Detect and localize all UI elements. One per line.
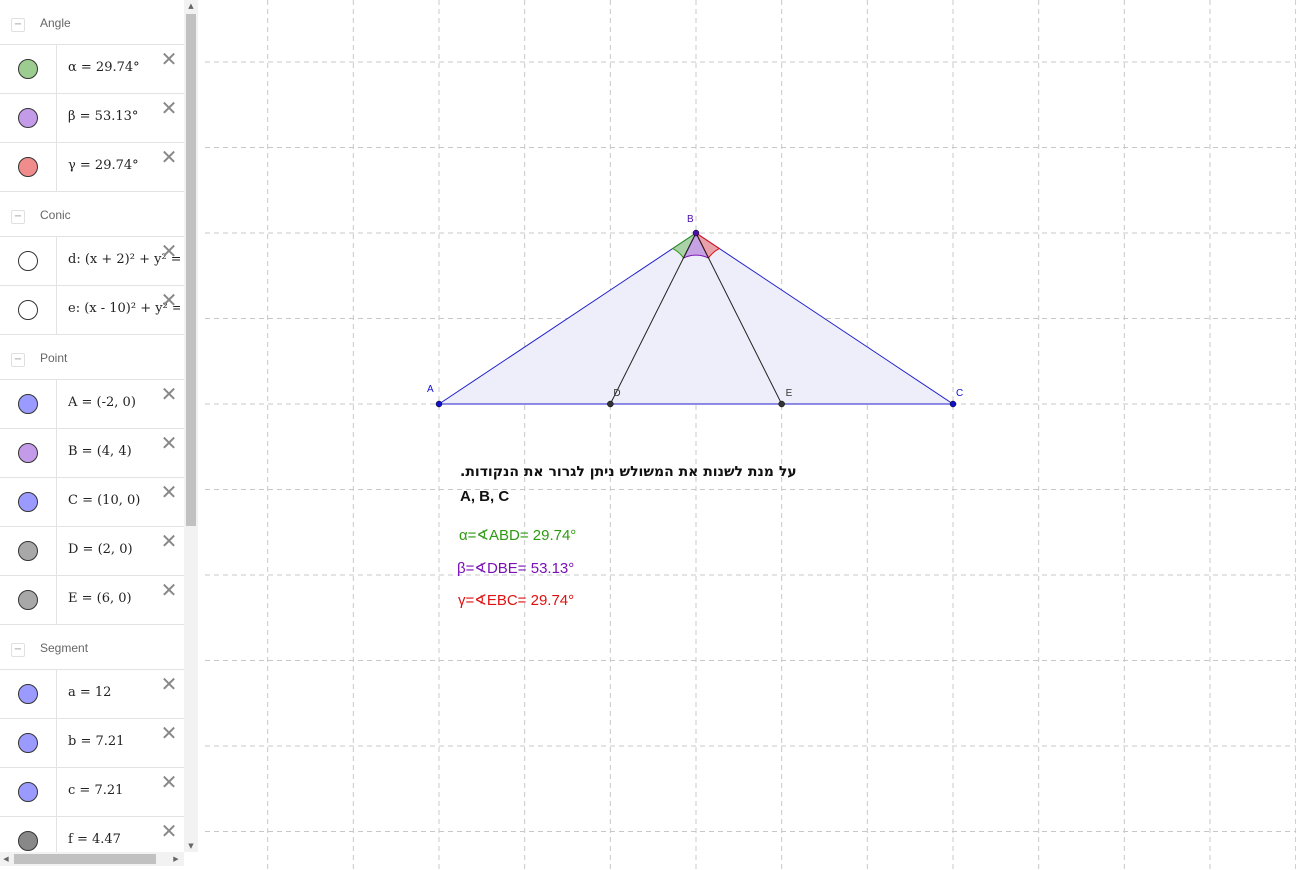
group-name: Point — [40, 351, 68, 365]
delete-item-icon[interactable]: ✕ — [160, 241, 178, 261]
vertical-scroll-thumb[interactable] — [186, 14, 196, 526]
algebra-item[interactable]: c = 7.21 ✕ — [0, 768, 184, 817]
algebra-list: − Angle α = 29.74° ✕ β = 53.13° ✕ γ = 29.74° ✕ −… — [0, 0, 184, 866]
delete-item-icon[interactable]: ✕ — [160, 384, 178, 404]
group-name: Segment — [40, 641, 89, 655]
grid — [205, 0, 1296, 870]
collapse-icon[interactable]: − — [11, 353, 25, 367]
group-header-angle[interactable]: − Angle — [0, 0, 184, 45]
gamma-angle-text: γ=∢EBC= 29.74° — [458, 592, 575, 609]
algebra-item[interactable]: α = 29.74° ✕ — [0, 45, 184, 94]
algebra-item[interactable]: β = 53.13° ✕ — [0, 94, 184, 143]
point-label-c: C — [956, 388, 964, 399]
horizontal-scrollbar[interactable]: ◀ ▶ — [0, 852, 184, 866]
delete-item-icon[interactable]: ✕ — [160, 98, 178, 118]
visibility-toggle[interactable] — [0, 286, 57, 334]
visibility-toggle[interactable] — [0, 429, 57, 477]
algebra-item[interactable]: B = (4, 4) ✕ — [0, 429, 184, 478]
visibility-marble-icon[interactable] — [18, 300, 38, 320]
algebra-item[interactable]: E = (6, 0) ✕ — [0, 576, 184, 625]
point-a[interactable] — [435, 400, 443, 408]
point-label-b: B — [687, 214, 694, 225]
points-list-text: A, B, C — [460, 488, 510, 505]
collapse-icon[interactable]: − — [11, 18, 25, 32]
visibility-toggle[interactable] — [0, 768, 57, 816]
group-name: Conic — [40, 208, 71, 222]
visibility-toggle[interactable] — [0, 380, 57, 428]
delete-item-icon[interactable]: ✕ — [160, 772, 178, 792]
group-header-segment[interactable]: − Segment — [0, 625, 184, 670]
group-name: Angle — [40, 16, 71, 30]
visibility-toggle[interactable] — [0, 576, 57, 624]
algebra-item[interactable]: C = (10, 0) ✕ — [0, 478, 184, 527]
algebra-view[interactable]: − Angle α = 29.74° ✕ β = 53.13° ✕ γ = 29.74° ✕ −… — [0, 0, 198, 870]
scroll-right-icon[interactable]: ▶ — [170, 853, 182, 865]
visibility-toggle[interactable] — [0, 719, 57, 767]
visibility-marble-icon[interactable] — [18, 831, 38, 851]
graphics-canvas[interactable] — [205, 0, 1296, 870]
delete-item-icon[interactable]: ✕ — [160, 674, 178, 694]
horizontal-scroll-thumb[interactable] — [14, 854, 156, 864]
delete-item-icon[interactable]: ✕ — [160, 290, 178, 310]
algebra-item[interactable]: D = (2, 0) ✕ — [0, 527, 184, 576]
algebra-item[interactable]: d: (x + 2)² + y² = ✕ — [0, 237, 184, 286]
delete-item-icon[interactable]: ✕ — [160, 580, 178, 600]
algebra-item[interactable]: b = 7.21 ✕ — [0, 719, 184, 768]
visibility-toggle[interactable] — [0, 94, 57, 142]
visibility-marble-icon[interactable] — [18, 590, 38, 610]
visibility-marble-icon[interactable] — [18, 541, 38, 561]
delete-item-icon[interactable]: ✕ — [160, 821, 178, 841]
point-b[interactable] — [692, 229, 700, 237]
point-c[interactable] — [949, 400, 957, 408]
delete-item-icon[interactable]: ✕ — [160, 433, 178, 453]
visibility-marble-icon[interactable] — [18, 108, 38, 128]
scroll-up-icon[interactable]: ▲ — [184, 0, 198, 12]
visibility-marble-icon[interactable] — [18, 684, 38, 704]
scroll-down-icon[interactable]: ▼ — [184, 840, 198, 852]
delete-item-icon[interactable]: ✕ — [160, 531, 178, 551]
algebra-item[interactable]: a = 12 ✕ — [0, 670, 184, 719]
point-d[interactable] — [607, 400, 614, 408]
algebra-item[interactable]: A = (-2, 0) ✕ — [0, 380, 184, 429]
visibility-toggle[interactable] — [0, 237, 57, 285]
visibility-marble-icon[interactable] — [18, 492, 38, 512]
point-e[interactable] — [778, 400, 785, 408]
point-label-a: A — [427, 384, 434, 395]
beta-angle-text: β=∢DBE= 53.13° — [457, 560, 575, 577]
delete-item-icon[interactable]: ✕ — [160, 49, 178, 69]
visibility-marble-icon[interactable] — [18, 443, 38, 463]
instruction-text: על מנת לשנות את המשולש ניתן לגרור את הנק… — [460, 464, 797, 480]
delete-item-icon[interactable]: ✕ — [160, 723, 178, 743]
vertical-scrollbar[interactable]: ▲ ▼ — [184, 0, 198, 852]
point-label-e: E — [785, 388, 793, 399]
group-header-conic[interactable]: − Conic — [0, 192, 184, 237]
visibility-marble-icon[interactable] — [18, 157, 38, 177]
visibility-marble-icon[interactable] — [18, 394, 38, 414]
collapse-icon[interactable]: − — [11, 643, 25, 657]
scroll-left-icon[interactable]: ◀ — [0, 853, 12, 865]
visibility-marble-icon[interactable] — [18, 782, 38, 802]
delete-item-icon[interactable]: ✕ — [160, 482, 178, 502]
visibility-toggle[interactable] — [0, 527, 57, 575]
algebra-item[interactable]: e: (x - 10)² + y² = ✕ — [0, 286, 184, 335]
visibility-marble-icon[interactable] — [18, 733, 38, 753]
point-label-d: D — [613, 388, 621, 399]
visibility-toggle[interactable] — [0, 143, 57, 191]
collapse-icon[interactable]: − — [11, 210, 25, 224]
group-header-point[interactable]: − Point — [0, 335, 184, 380]
visibility-marble-icon[interactable] — [18, 251, 38, 271]
alpha-angle-text: α=∢ABD= 29.74° — [459, 527, 577, 544]
visibility-toggle[interactable] — [0, 45, 57, 93]
visibility-marble-icon[interactable] — [18, 59, 38, 79]
algebra-item[interactable]: γ = 29.74° ✕ — [0, 143, 184, 192]
delete-item-icon[interactable]: ✕ — [160, 147, 178, 167]
visibility-toggle[interactable] — [0, 670, 57, 718]
graphics-view[interactable]: A B C D E על מנת לשנות את המשולש ניתן לגרור … — [205, 0, 1296, 870]
visibility-toggle[interactable] — [0, 478, 57, 526]
